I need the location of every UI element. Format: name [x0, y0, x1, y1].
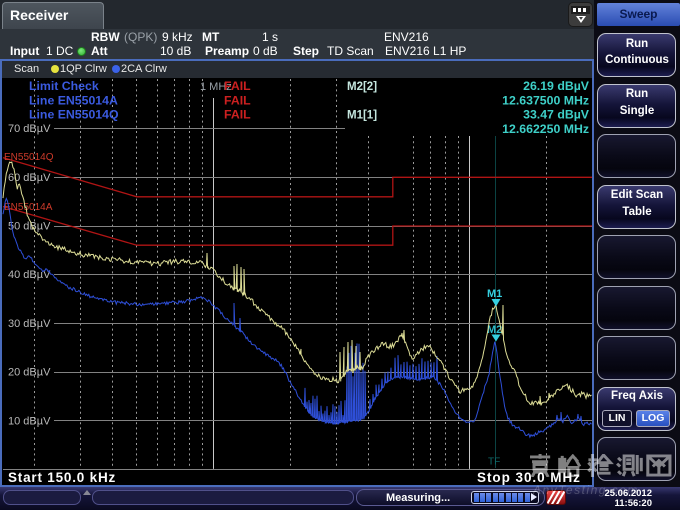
svg-text:10 dBµV: 10 dBµV: [8, 415, 51, 427]
svg-text:Line EN55014Q: Line EN55014Q: [29, 108, 119, 122]
svg-text:FAIL: FAIL: [224, 94, 251, 108]
svg-text:FAIL: FAIL: [224, 108, 251, 122]
svg-text:M1: M1: [487, 288, 502, 300]
svg-text:Line EN55014A: Line EN55014A: [29, 94, 118, 108]
svg-text:26.19 dBµV: 26.19 dBµV: [523, 79, 590, 93]
svg-text:EN55014Q: EN55014Q: [4, 152, 54, 163]
svg-text:12.637500 MHz: 12.637500 MHz: [502, 94, 589, 108]
svg-text:12.662250 MHz: 12.662250 MHz: [502, 122, 589, 136]
svg-text:Limit Check: Limit Check: [29, 79, 99, 93]
svg-text:M1[1]: M1[1]: [347, 110, 377, 122]
svg-text:50 dBµV: 50 dBµV: [8, 221, 51, 233]
svg-text:33.47 dBµV: 33.47 dBµV: [523, 108, 590, 122]
svg-text:70 dBµV: 70 dBµV: [8, 123, 51, 135]
svg-text:20 dBµV: 20 dBµV: [8, 367, 51, 379]
svg-text:TF: TF: [488, 457, 500, 468]
svg-text:FAIL: FAIL: [224, 79, 251, 93]
svg-text:30 dBµV: 30 dBµV: [8, 318, 51, 330]
svg-text:EN55014A: EN55014A: [4, 202, 53, 213]
svg-text:M2[2]: M2[2]: [347, 81, 377, 93]
